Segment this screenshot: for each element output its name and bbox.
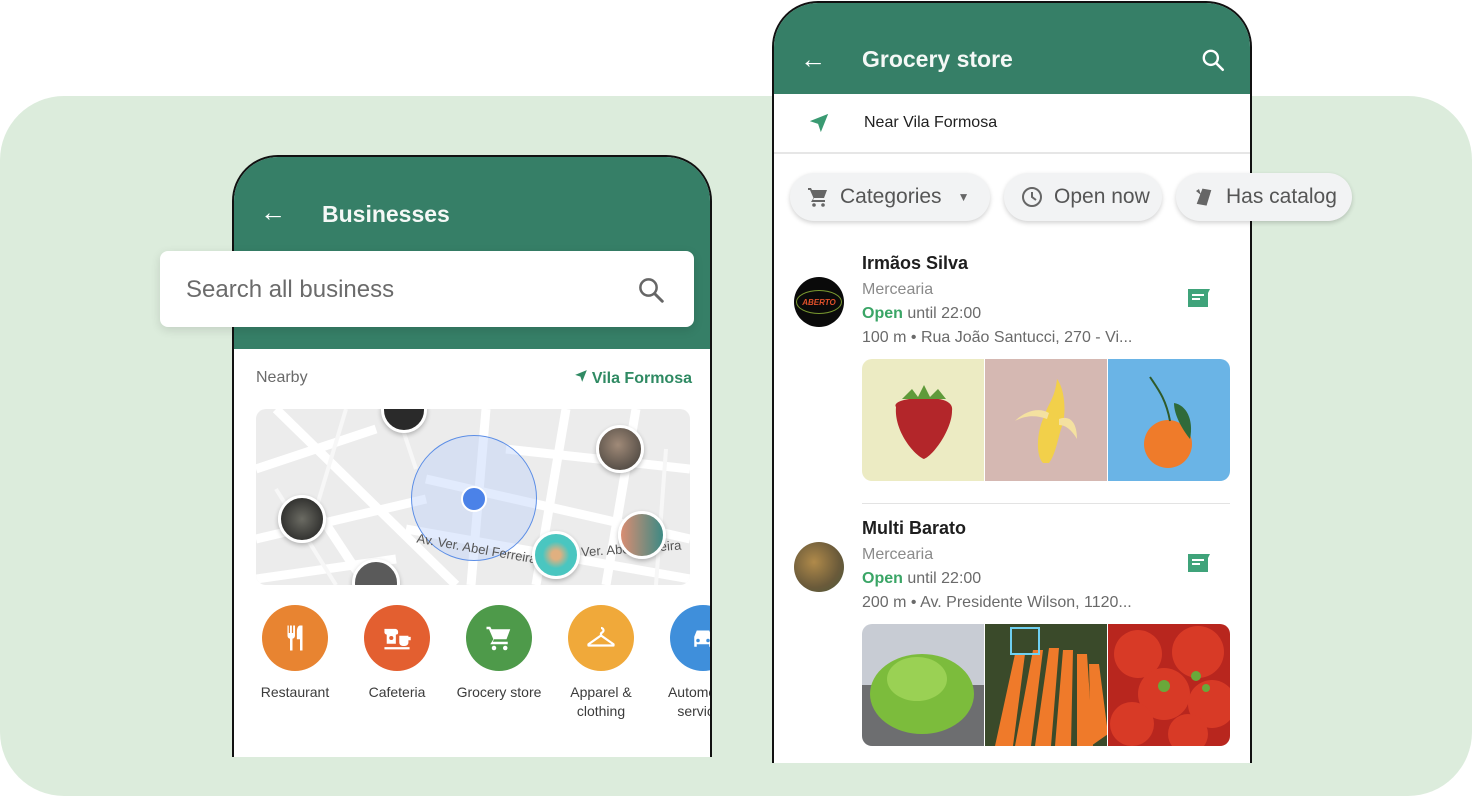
business-avatar	[794, 542, 844, 592]
map-business-pin[interactable]	[596, 425, 644, 473]
business-address: 200 m • Av. Presidente Wilson, 1120...	[862, 594, 1132, 611]
category-label: Apparel & clothing	[570, 684, 632, 719]
fork-knife-icon	[262, 605, 328, 671]
nearby-location-text: Vila Formosa	[591, 370, 692, 387]
chip-label: Has catalog	[1226, 185, 1337, 208]
nearby-map[interactable]: Av. Ver. Abel Ferreira Ver. Abel Ferreir…	[256, 409, 690, 585]
category-label: Automotiveservices	[667, 684, 710, 719]
business-name: Irmãos Silva	[862, 253, 969, 273]
open-status: Open	[862, 570, 903, 587]
location-text: Near Vila Formosa	[864, 114, 998, 131]
map-business-pin[interactable]	[618, 511, 666, 559]
nearby-location-link[interactable]: Vila Formosa	[574, 369, 692, 388]
photo-lettuce[interactable]	[862, 624, 985, 746]
list-divider	[862, 503, 1230, 504]
photo-banana[interactable]	[985, 359, 1108, 481]
chip-label: Open now	[1054, 185, 1150, 208]
current-location-dot	[461, 486, 487, 512]
navigation-arrow-icon	[574, 370, 587, 382]
business-avatar: ABERTO	[794, 277, 844, 327]
message-icon[interactable]	[1186, 552, 1212, 574]
business-type: Mercearia	[862, 281, 934, 298]
search-icon[interactable]	[1200, 47, 1226, 73]
category-label: Restaurant	[260, 684, 330, 700]
open-status: Open	[862, 305, 903, 322]
catalog-photos[interactable]	[862, 624, 1230, 746]
business-hours: Open until 22:00	[862, 570, 981, 588]
business-hours: Open until 22:00	[862, 305, 981, 323]
chip-label: Categories	[840, 185, 942, 208]
search-all-business-input[interactable]: Search all business	[160, 251, 694, 327]
nearby-row: Nearby Vila Formosa	[256, 369, 692, 387]
photo-strawberry[interactable]	[862, 359, 985, 481]
arrow-left-icon[interactable]: ←	[260, 199, 286, 225]
page-title: Businesses	[322, 201, 450, 227]
clock-icon	[1020, 185, 1044, 209]
category-apparel-clothing[interactable]: Apparel & clothing	[546, 605, 656, 721]
photo-tangerine[interactable]	[1108, 359, 1230, 481]
search-icon[interactable]	[636, 275, 666, 305]
arrow-left-icon[interactable]: ←	[800, 46, 826, 72]
category-list: Restaurant Cafeteria Grocery store Appar…	[234, 605, 710, 735]
filter-chip-has-catalog[interactable]: Has catalog	[1176, 173, 1352, 221]
nearby-label: Nearby	[256, 369, 308, 386]
navigation-arrow-icon	[809, 113, 829, 133]
hours-text: until 22:00	[907, 570, 982, 587]
coffee-toast-icon	[364, 605, 430, 671]
map-business-pin[interactable]	[278, 495, 326, 543]
hours-text: until 22:00	[907, 305, 982, 322]
business-name: Multi Barato	[862, 518, 967, 538]
photo-red-peppers[interactable]	[1108, 624, 1230, 746]
cart-icon	[806, 185, 830, 209]
category-cafeteria[interactable]: Cafeteria	[342, 605, 452, 702]
businesses-phone-screen: ← Businesses Nearby Vila Formosa Av. Ver…	[232, 155, 712, 757]
catalog-photos[interactable]	[862, 359, 1230, 481]
filter-chip-open-now[interactable]: Open now	[1004, 173, 1162, 221]
category-restaurant[interactable]: Restaurant	[240, 605, 350, 702]
grocery-store-phone-screen: ← Grocery store Near Vila Formosa ABERTO…	[772, 1, 1252, 763]
catalog-cards-icon	[1192, 185, 1216, 209]
app-bar: ← Grocery store	[774, 3, 1250, 94]
search-placeholder: Search all business	[186, 276, 395, 303]
hanger-icon	[568, 605, 634, 671]
avatar-sign-text: ABERTO	[802, 297, 836, 307]
category-grocery-store[interactable]: Grocery store	[444, 605, 554, 702]
chevron-down-icon: ▼	[957, 190, 970, 204]
car-icon	[670, 605, 710, 671]
category-label: Grocery store	[456, 684, 542, 700]
business-type: Mercearia	[862, 546, 934, 563]
business-address: 100 m • Rua João Santucci, 270 - Vi...	[862, 329, 1133, 346]
category-label: Cafeteria	[368, 684, 426, 700]
page-title: Grocery store	[862, 46, 1013, 72]
filter-chip-categories[interactable]: Categories ▼	[790, 173, 990, 221]
map-business-pin[interactable]	[532, 531, 580, 579]
shopping-cart-icon	[466, 605, 532, 671]
category-automotive-services[interactable]: Automotiveservices	[648, 605, 710, 721]
photo-carrots[interactable]	[985, 624, 1108, 746]
location-row[interactable]: Near Vila Formosa	[774, 94, 1250, 154]
message-icon[interactable]	[1186, 287, 1212, 309]
